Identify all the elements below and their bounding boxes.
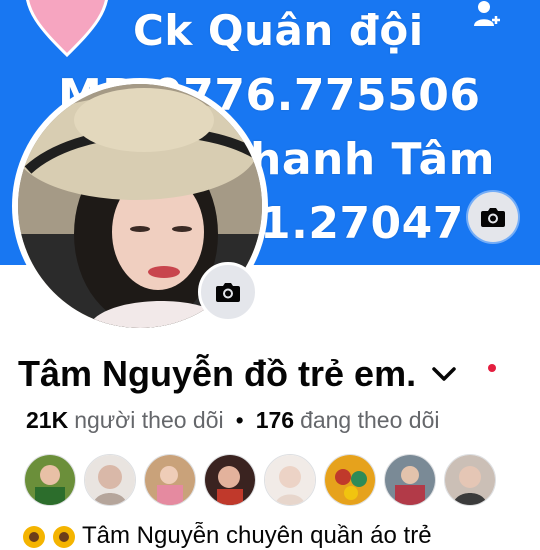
cover-text-line: Ck Quân đội <box>133 6 424 55</box>
friend-avatar[interactable] <box>24 454 76 506</box>
chevron-down-icon[interactable] <box>430 364 458 384</box>
bio-text: Tâm Nguyễn chuyên quần áo trẻ <box>82 522 432 549</box>
following-count[interactable]: 176 <box>256 407 294 434</box>
profile-bio: Tâm Nguyễn chuyên quần áo trẻ <box>22 522 540 550</box>
follow-stats: 21K người theo dõi • 176 đang theo dõi <box>26 403 439 437</box>
heart-icon <box>26 0 108 58</box>
friend-avatar[interactable] <box>444 454 496 506</box>
cover-text-line: 1.27047 <box>260 198 464 249</box>
friend-avatar[interactable] <box>264 454 316 506</box>
camera-icon <box>481 208 505 227</box>
cover-text-line: hanh Tâm <box>250 134 496 185</box>
friend-avatar[interactable] <box>384 454 436 506</box>
profile-name-row[interactable]: Tâm Nguyễn đồ trẻ em. <box>18 350 458 398</box>
camera-icon <box>216 283 240 302</box>
cover-camera-button[interactable] <box>468 192 518 242</box>
stats-separator: • <box>235 406 244 433</box>
followers-label[interactable]: người theo dõi <box>74 407 223 434</box>
followers-count[interactable]: 21K <box>26 407 68 434</box>
friends-avatars <box>24 454 496 506</box>
friend-avatar[interactable] <box>84 454 136 506</box>
notification-dot <box>488 364 496 372</box>
friend-avatar[interactable] <box>324 454 376 506</box>
profile-icon[interactable] <box>472 0 502 28</box>
sunflower-icon <box>53 525 75 548</box>
friend-avatar[interactable] <box>204 454 256 506</box>
following-label[interactable]: đang theo dõi <box>300 407 439 434</box>
profile-name: Tâm Nguyễn đồ trẻ em. <box>18 353 417 394</box>
avatar-camera-button[interactable] <box>198 262 258 322</box>
sunflower-icon <box>23 525 45 548</box>
friend-avatar[interactable] <box>144 454 196 506</box>
